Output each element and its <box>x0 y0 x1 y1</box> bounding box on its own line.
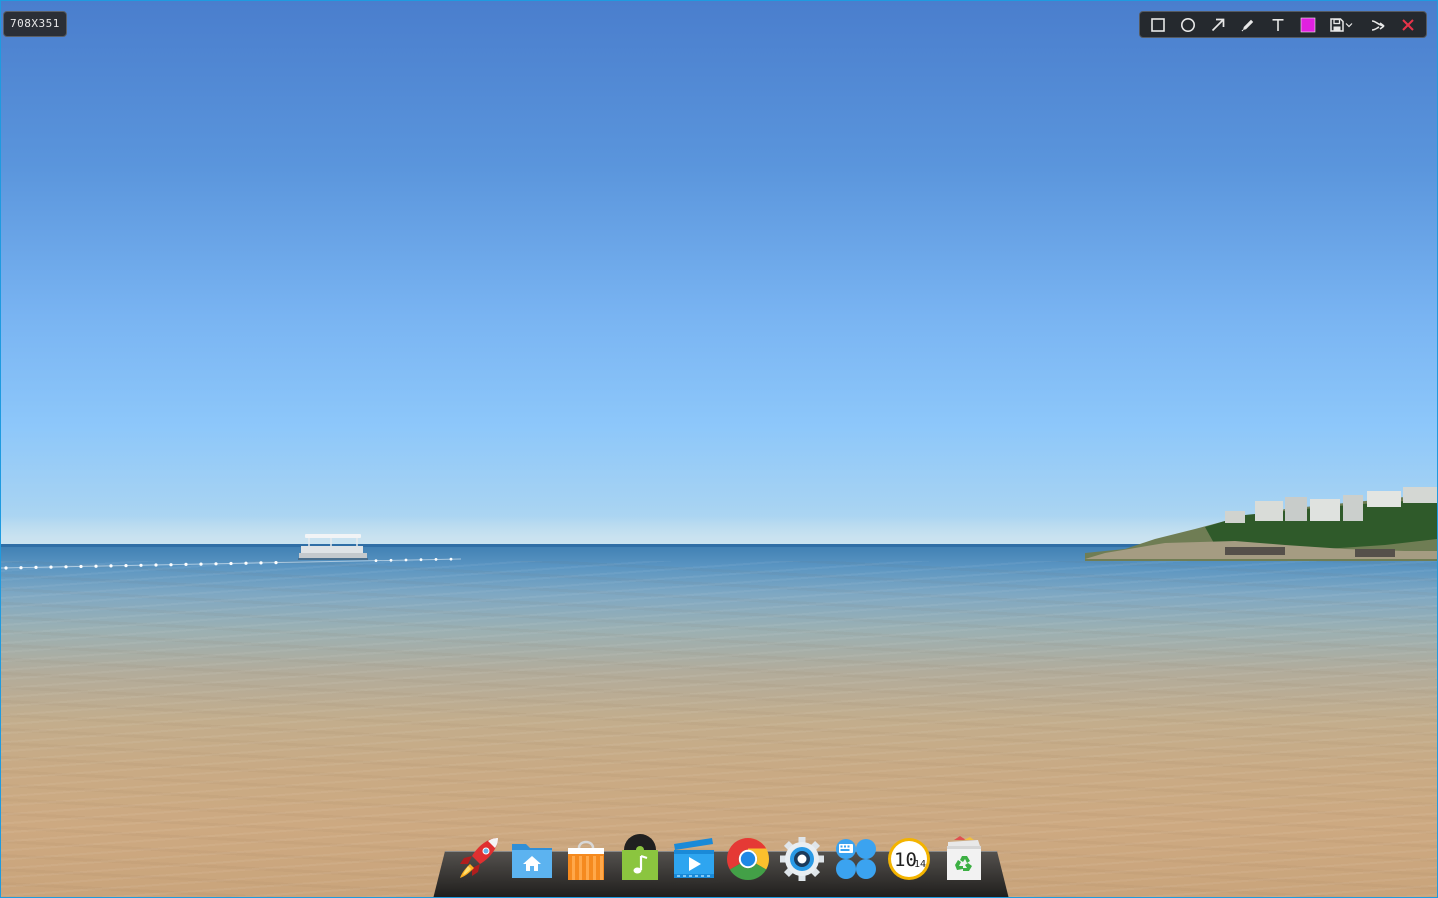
boat-image <box>298 534 368 560</box>
chrome-icon <box>726 838 770 881</box>
dock-music-button[interactable] <box>616 834 664 886</box>
dock-input-method-button[interactable] <box>832 834 880 886</box>
color-swatch <box>1300 17 1316 33</box>
dock-clock-button[interactable]: 10 14 <box>886 834 934 886</box>
rectangle-icon <box>1151 18 1165 32</box>
clock-icon: 10 14 <box>888 838 930 880</box>
shopping-bag-icon <box>568 840 604 880</box>
screenshot-toolbar <box>1139 11 1427 38</box>
text-icon <box>1272 18 1284 31</box>
recycle-bin-icon <box>947 836 981 880</box>
dock-launcher-button[interactable] <box>454 834 502 886</box>
island-image <box>1085 487 1437 561</box>
close-tool-button[interactable] <box>1394 13 1422 37</box>
selection-size-label: 708X351 <box>3 11 67 37</box>
chevron-down-icon <box>1345 23 1353 28</box>
gear-icon <box>780 837 824 881</box>
ellipse-icon <box>1181 18 1195 32</box>
clock-minute: 14 <box>914 859 926 870</box>
wallpaper-sky <box>1 1 1437 546</box>
color-picker-button[interactable] <box>1294 13 1322 37</box>
keyboard-icon <box>836 839 876 879</box>
dock-trash-button[interactable] <box>940 834 988 886</box>
dock-file-manager-button[interactable] <box>508 834 556 886</box>
dock-chrome-button[interactable] <box>724 834 772 886</box>
ellipse-tool-button[interactable] <box>1174 13 1202 37</box>
dock-settings-button[interactable] <box>778 834 826 886</box>
save-tool-button[interactable] <box>1324 13 1358 37</box>
arrow-icon <box>1211 18 1225 32</box>
pencil-tool-button[interactable] <box>1234 13 1262 37</box>
share-icon <box>1371 20 1385 31</box>
arrow-tool-button[interactable] <box>1204 13 1232 37</box>
dock-video-button[interactable] <box>670 834 718 886</box>
pencil-icon <box>1241 19 1254 32</box>
music-note-icon <box>622 834 658 880</box>
film-player-icon <box>674 838 714 878</box>
buoy-line-image <box>1 557 461 570</box>
wallpaper-ripples <box>1 561 1437 897</box>
share-tool-button[interactable] <box>1364 13 1392 37</box>
rectangle-tool-button[interactable] <box>1144 13 1172 37</box>
home-folder-icon <box>512 844 552 878</box>
close-icon <box>1402 19 1414 31</box>
save-icon <box>1330 18 1344 32</box>
rocket-icon <box>460 838 498 878</box>
desktop-screen: 708X351 10 14 <box>0 0 1438 898</box>
dock-store-button[interactable] <box>562 834 610 886</box>
text-tool-button[interactable] <box>1264 13 1292 37</box>
